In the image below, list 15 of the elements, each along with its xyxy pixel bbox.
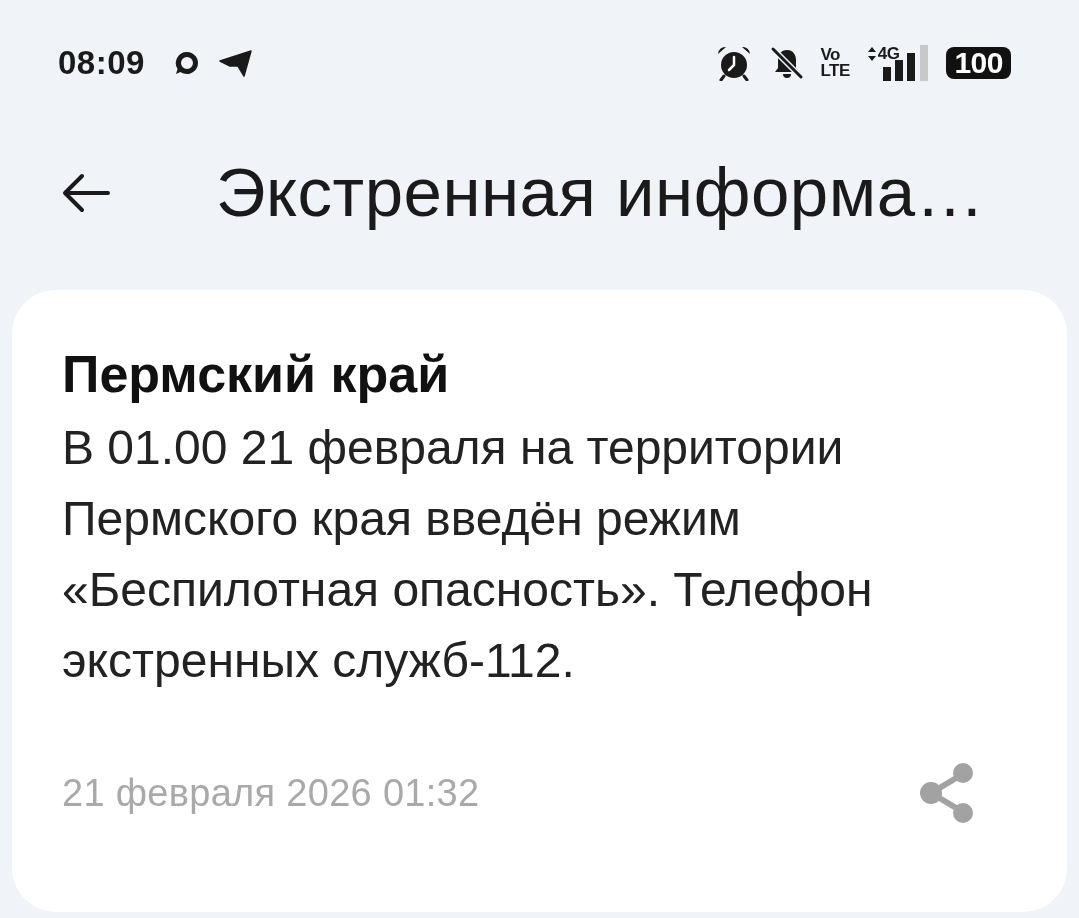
alert-message: В 01.00 21 февраля на территории Пермского края введён режим «Беспилотная опасность». Телефон экстренных служб-112. <box>62 420 874 689</box>
network-type-label: 4G <box>877 44 900 63</box>
paper-plane-icon <box>218 48 253 77</box>
share-icon <box>919 762 975 824</box>
data-activity-icon <box>867 46 876 61</box>
volte-indicator: Vo LTE <box>820 46 850 79</box>
share-button[interactable] <box>919 762 975 824</box>
battery-indicator: 100 <box>946 46 1011 79</box>
page-title: Экстренная информа… <box>216 153 985 232</box>
alarm-clock-icon <box>716 44 753 81</box>
clock-time: 08:09 <box>58 43 145 82</box>
alert-timestamp: 21 февраля 2026 01:32 <box>62 771 480 815</box>
bell-off-icon <box>770 45 805 80</box>
alert-region: Пермский край <box>62 344 451 404</box>
back-arrow-icon <box>62 172 110 213</box>
